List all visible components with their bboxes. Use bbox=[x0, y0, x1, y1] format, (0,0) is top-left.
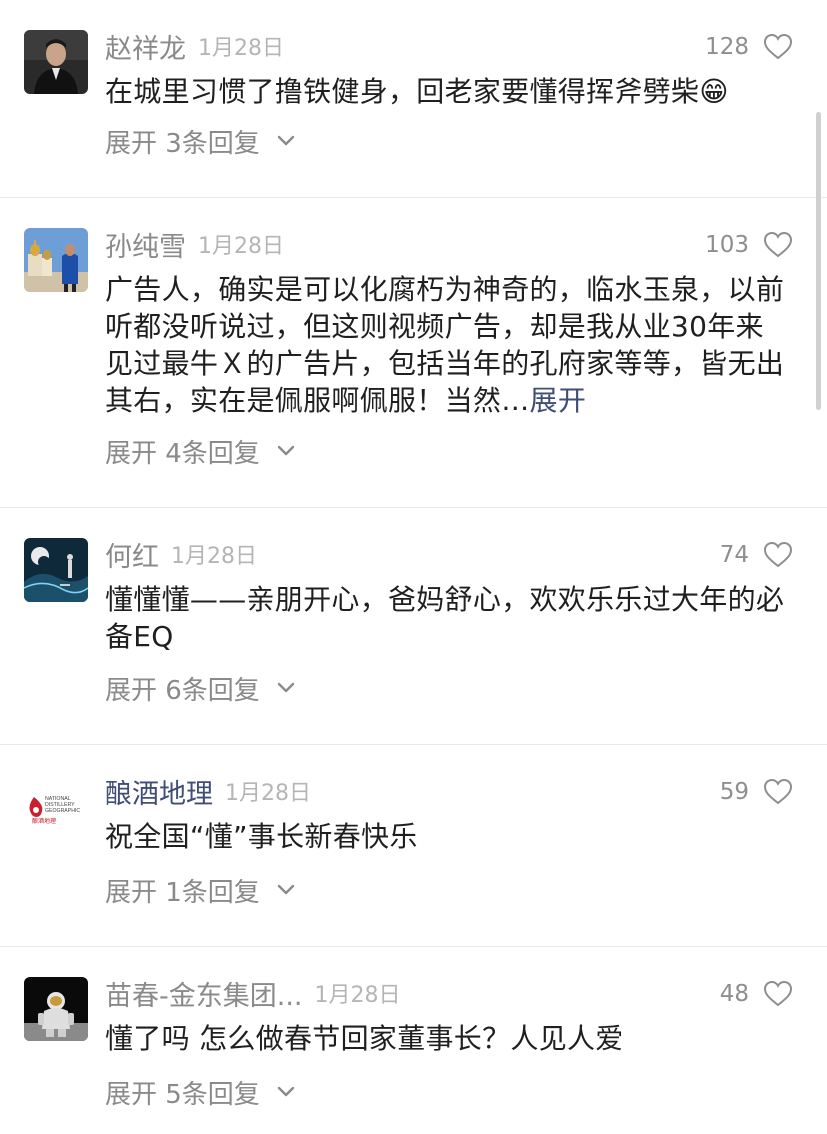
comment-text: 在城里习惯了撸铁健身，回老家要懂得挥斧劈柴😁 bbox=[105, 73, 790, 110]
like-control[interactable]: 48 bbox=[720, 975, 793, 1013]
heart-icon[interactable] bbox=[763, 980, 793, 1008]
author-name[interactable]: 酿酒地理 bbox=[105, 772, 213, 811]
replies-label: 展开 3条回复 bbox=[105, 128, 260, 159]
comment-meta: 何红 1月28日 bbox=[105, 534, 257, 574]
svg-text:GEOGRAPHIC: GEOGRAPHIC bbox=[45, 808, 80, 814]
avatar[interactable] bbox=[24, 228, 88, 292]
comment-meta: 苗春-金东集团... 1月28日 bbox=[105, 973, 401, 1013]
avatar[interactable] bbox=[24, 30, 88, 94]
like-control[interactable]: 59 bbox=[720, 773, 793, 811]
comment-body: 懂了吗 怎么做春节回家董事长？人见人爱 bbox=[105, 1022, 624, 1055]
comment-item: 苗春-金东集团... 1月28日 48 懂了吗 怎么做春节回家董事长？人见人爱 … bbox=[0, 947, 827, 1134]
comment-item: 何红 1月28日 74 懂懂懂——亲朋开心，爸妈舒心，欢欢乐乐过大年的必备EQ … bbox=[0, 508, 827, 745]
comment-meta: 酿酒地理 1月28日 bbox=[105, 771, 311, 811]
comment-item: NATIONAL DISTILLERY GEOGRAPHIC 酿酒地理 酿酒地理… bbox=[0, 745, 827, 947]
like-count: 59 bbox=[719, 779, 749, 805]
like-control[interactable]: 128 bbox=[705, 28, 793, 66]
like-count: 74 bbox=[719, 542, 749, 568]
comment-date: 1月28日 bbox=[314, 983, 401, 1008]
replies-label: 展开 1条回复 bbox=[105, 877, 260, 908]
comment-date: 1月28日 bbox=[171, 544, 257, 569]
expand-replies-button[interactable]: 展开 4条回复 bbox=[105, 433, 296, 469]
expand-replies-button[interactable]: 展开 1条回复 bbox=[105, 872, 296, 908]
national-distillery-logo: NATIONAL DISTILLERY GEOGRAPHIC 酿酒地理 bbox=[24, 775, 88, 839]
replies-label: 展开 4条回复 bbox=[105, 438, 260, 469]
heart-icon[interactable] bbox=[763, 778, 793, 806]
author-name[interactable]: 孙纯雪 bbox=[105, 225, 186, 264]
heart-icon[interactable] bbox=[763, 33, 793, 61]
comment-list: 赵祥龙 1月28日 128 在城里习惯了撸铁健身，回老家要懂得挥斧劈柴😁 展开 … bbox=[0, 0, 827, 1134]
avatar[interactable]: NATIONAL DISTILLERY GEOGRAPHIC 酿酒地理 bbox=[24, 775, 88, 839]
expand-replies-button[interactable]: 展开 3条回复 bbox=[105, 123, 296, 159]
stage-silhouette-avatar bbox=[24, 538, 88, 602]
comment-text: 广告人，确实是可以化腐朽为神奇的，临水玉泉，以前听都没听说过，但这则视频广告，却… bbox=[105, 271, 790, 419]
chevron-down-icon bbox=[277, 135, 295, 146]
like-count: 103 bbox=[705, 232, 749, 258]
scrollbar[interactable] bbox=[816, 112, 821, 410]
cathedral-photo-avatar bbox=[24, 228, 88, 292]
heart-icon[interactable] bbox=[763, 231, 793, 259]
like-count: 128 bbox=[705, 34, 749, 60]
chevron-down-icon bbox=[277, 1086, 295, 1097]
comment-date: 1月28日 bbox=[198, 36, 284, 61]
comment-text: 祝全国“懂”事长新春快乐 bbox=[105, 818, 790, 855]
comment-item: 赵祥龙 1月28日 128 在城里习惯了撸铁健身，回老家要懂得挥斧劈柴😁 展开 … bbox=[0, 0, 827, 198]
author-name[interactable]: 赵祥龙 bbox=[105, 27, 186, 66]
comment-body: 广告人，确实是可以化腐朽为神奇的，临水玉泉，以前听都没听说过，但这则视频广告，却… bbox=[105, 273, 785, 417]
like-count: 48 bbox=[719, 981, 749, 1007]
replies-label: 展开 6条回复 bbox=[105, 675, 260, 706]
avatar[interactable] bbox=[24, 977, 88, 1041]
comment-text: 懂了吗 怎么做春节回家董事长？人见人爱 bbox=[105, 1020, 790, 1057]
comment-date: 1月28日 bbox=[225, 781, 311, 806]
person-dark-suit-avatar bbox=[24, 30, 88, 94]
comment-meta: 孙纯雪 1月28日 bbox=[105, 224, 284, 264]
comment-item: 孙纯雪 1月28日 103 广告人，确实是可以化腐朽为神奇的，临水玉泉，以前听都… bbox=[0, 198, 827, 508]
comment-meta: 赵祥龙 1月28日 bbox=[105, 26, 284, 66]
heart-icon[interactable] bbox=[763, 541, 793, 569]
svg-text:酿酒地理: 酿酒地理 bbox=[32, 817, 56, 825]
comment-body: 懂懂懂——亲朋开心，爸妈舒心，欢欢乐乐过大年的必备EQ bbox=[105, 583, 785, 653]
avatar[interactable] bbox=[24, 538, 88, 602]
comment-body: 祝全国“懂”事长新春快乐 bbox=[105, 820, 418, 853]
comment-text: 懂懂懂——亲朋开心，爸妈舒心，欢欢乐乐过大年的必备EQ bbox=[105, 581, 790, 655]
astronaut-moon-avatar bbox=[24, 977, 88, 1041]
comment-body: 在城里习惯了撸铁健身，回老家要懂得挥斧劈柴😁 bbox=[105, 75, 729, 108]
expand-replies-button[interactable]: 展开 5条回复 bbox=[105, 1074, 296, 1110]
comment-date: 1月28日 bbox=[198, 234, 284, 259]
like-control[interactable]: 103 bbox=[705, 226, 793, 264]
author-name[interactable]: 苗春-金东集团... bbox=[105, 974, 303, 1013]
like-control[interactable]: 74 bbox=[720, 536, 793, 574]
chevron-down-icon bbox=[277, 884, 295, 895]
expand-text-link[interactable]: 展开 bbox=[530, 384, 587, 417]
author-name[interactable]: 何红 bbox=[105, 535, 159, 574]
chevron-down-icon bbox=[277, 682, 295, 693]
expand-replies-button[interactable]: 展开 6条回复 bbox=[105, 670, 296, 706]
chevron-down-icon bbox=[277, 445, 295, 456]
replies-label: 展开 5条回复 bbox=[105, 1079, 260, 1110]
